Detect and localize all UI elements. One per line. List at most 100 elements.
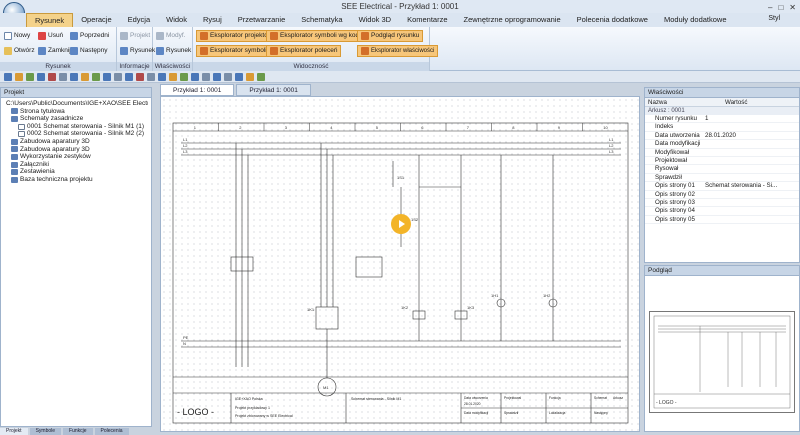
tree-item[interactable]: Baza techniczna projektu — [4, 176, 148, 184]
toolbar-tool-icon[interactable] — [257, 73, 265, 81]
property-value[interactable] — [703, 140, 799, 147]
style-menu[interactable]: Styl — [768, 15, 780, 22]
toolbar-tool-icon[interactable] — [81, 73, 89, 81]
tree-item[interactable]: Zabudowa aparatury 3D — [4, 138, 148, 146]
toolbar-tool-icon[interactable] — [158, 73, 166, 81]
toolbar-tool-icon[interactable] — [114, 73, 122, 81]
tree-item[interactable]: Załączniki — [4, 161, 148, 169]
bottom-tab-projekt[interactable]: Projekt — [0, 428, 28, 435]
property-row[interactable]: Rysował — [645, 165, 799, 174]
drawing-info-button[interactable]: Rysunek — [120, 46, 155, 56]
toolbar-tool-icon[interactable] — [125, 73, 133, 81]
tree-item[interactable]: Zestawienia — [4, 168, 148, 176]
toolbar-tool-icon[interactable] — [37, 73, 45, 81]
modify-button[interactable]: Modyf. — [156, 31, 186, 41]
property-row[interactable]: Opis strony 01 Schemat sterowania - Si... — [645, 182, 799, 191]
toolbar-tool-icon[interactable] — [103, 73, 111, 81]
toolbar-tool-icon[interactable] — [191, 73, 199, 81]
delete-button[interactable]: Usuń — [38, 31, 63, 41]
toolbar-tool-icon[interactable] — [92, 73, 100, 81]
property-value[interactable] — [703, 174, 799, 181]
toolbar-tool-icon[interactable] — [235, 73, 243, 81]
ribbon-tab-6[interactable]: Przetwarzanie — [230, 13, 294, 27]
toolbar-tool-icon[interactable] — [136, 73, 144, 81]
bottom-tab-polecenia[interactable]: Polecenia — [94, 428, 129, 435]
ribbon-tab-2[interactable]: Operacje — [73, 13, 119, 27]
project-explorer-button[interactable]: Eksplorator projektów — [196, 30, 277, 42]
project-info-button[interactable]: Projekt — [120, 31, 150, 41]
ribbon-tab-5[interactable]: Rysuj — [195, 13, 230, 27]
property-value[interactable]: 1 — [703, 115, 799, 122]
tree-item[interactable]: Zabudowa aparatury 3D — [4, 146, 148, 154]
tree-item[interactable]: 0002 Schemat sterowania - Silnik M2 (2) — [4, 130, 148, 138]
toolbar-tool-icon[interactable] — [4, 73, 12, 81]
bottom-tab-funkcje[interactable]: Funkcje — [63, 428, 93, 435]
property-row[interactable]: Modyfikował — [645, 149, 799, 157]
property-row[interactable]: Sprawdził — [645, 174, 799, 183]
tree-item[interactable]: 0001 Schemat sterowania - Silnik M1 (1) — [4, 123, 148, 131]
toolbar-tool-icon[interactable] — [246, 73, 254, 81]
toolbar-tool-icon[interactable] — [48, 73, 56, 81]
toolbar-tool-icon[interactable] — [213, 73, 221, 81]
property-row[interactable]: Indeks — [645, 123, 799, 132]
close-button[interactable]: Zamknij — [38, 46, 71, 56]
next-button[interactable]: Następny — [70, 46, 107, 56]
property-value[interactable]: Schemat sterowania - Si... — [703, 182, 799, 189]
preview-thumbnail[interactable]: - LOGO - — [649, 311, 795, 413]
ribbon-tab-4[interactable]: Widok — [158, 13, 195, 27]
ribbon-tab-7[interactable]: Schematyka — [293, 13, 350, 27]
ribbon-tab-11[interactable]: Polecenia dodatkowe — [569, 13, 656, 27]
property-value[interactable]: 28.01.2020 — [703, 132, 799, 139]
property-explorer-button[interactable]: Eksplorator właściwości — [357, 45, 439, 57]
property-value[interactable] — [703, 207, 799, 214]
property-value[interactable] — [703, 157, 799, 164]
previous-icon — [70, 32, 78, 40]
ribbon-tab-8[interactable]: Widok 3D — [351, 13, 400, 27]
toolbar-tool-icon[interactable] — [202, 73, 210, 81]
open-button[interactable]: Otwórz — [4, 46, 35, 56]
bottom-tab-symbole[interactable]: Symbole — [29, 428, 62, 435]
property-value[interactable] — [703, 123, 799, 130]
tree-item[interactable]: Strona tytułowa — [4, 108, 148, 116]
property-value[interactable] — [703, 199, 799, 206]
document-tab-1[interactable]: Przykład 1: 0001 — [160, 84, 235, 96]
toolbar-tool-icon[interactable] — [26, 73, 34, 81]
toolbar-tool-icon[interactable] — [15, 73, 23, 81]
toolbar-tool-icon[interactable] — [224, 73, 232, 81]
property-value[interactable] — [703, 216, 799, 223]
drawing-preview-button[interactable]: Podgląd rysunku — [357, 30, 424, 42]
property-row[interactable]: Data utworzenia 28.01.2020 — [645, 132, 799, 141]
tree-item[interactable]: C:\Users\Public\Documents\IGE+XAO\SEE El… — [4, 100, 148, 108]
property-row[interactable]: Opis strony 03 — [645, 199, 799, 208]
property-row[interactable]: Data modyfikacji — [645, 140, 799, 149]
play-video-icon[interactable] — [391, 214, 411, 234]
property-value[interactable] — [703, 165, 799, 172]
symbol-explorer-button[interactable]: Eksplorator symboli — [196, 45, 271, 57]
document-tab-2[interactable]: Przykład 1: 0001 — [236, 84, 311, 96]
property-row[interactable]: Projektował — [645, 157, 799, 166]
toolbar-tool-icon[interactable] — [180, 73, 188, 81]
property-value[interactable] — [703, 191, 799, 198]
drawing-canvas[interactable]: L1 L2 L3 PE N L1 L2 L3 M1 1K1 1K2 1K3 1S… — [160, 96, 640, 432]
toolbar-tool-icon[interactable] — [147, 73, 155, 81]
ribbon-tab-1[interactable]: Rysunek — [26, 13, 74, 27]
property-row[interactable]: Opis strony 04 — [645, 207, 799, 216]
property-row[interactable]: Opis strony 02 — [645, 191, 799, 199]
toolbar-tool-icon[interactable] — [70, 73, 78, 81]
toolbar-tool-icon[interactable] — [169, 73, 177, 81]
toolbar-tool-icon[interactable] — [59, 73, 67, 81]
property-row[interactable]: Numer rysunku 1 — [645, 115, 799, 124]
property-row[interactable]: Opis strony 05 — [645, 216, 799, 225]
tree-item[interactable]: Schematy zasadnicze — [4, 115, 148, 123]
property-value[interactable] — [703, 149, 799, 156]
command-explorer-button[interactable]: Eksplorator poleceń — [266, 45, 342, 57]
drawing-props-button[interactable]: Rysunek — [156, 46, 191, 56]
ribbon-tab-12[interactable]: Moduły dodatkowe — [656, 13, 735, 27]
previous-button[interactable]: Poprzedni — [70, 31, 109, 41]
ribbon-tab-3[interactable]: Edycja — [120, 13, 159, 27]
ribbon-tab-9[interactable]: Komentarze — [399, 13, 455, 27]
new-button[interactable]: Nowy — [4, 31, 30, 41]
tree-item[interactable]: Wykorzystanie zestyków — [4, 153, 148, 161]
symbol-explorer-code-button[interactable]: Eksplorator symboli wg kodu — [266, 30, 367, 42]
ribbon-tab-10[interactable]: Zewnętrzne oprogramowanie — [456, 13, 569, 27]
